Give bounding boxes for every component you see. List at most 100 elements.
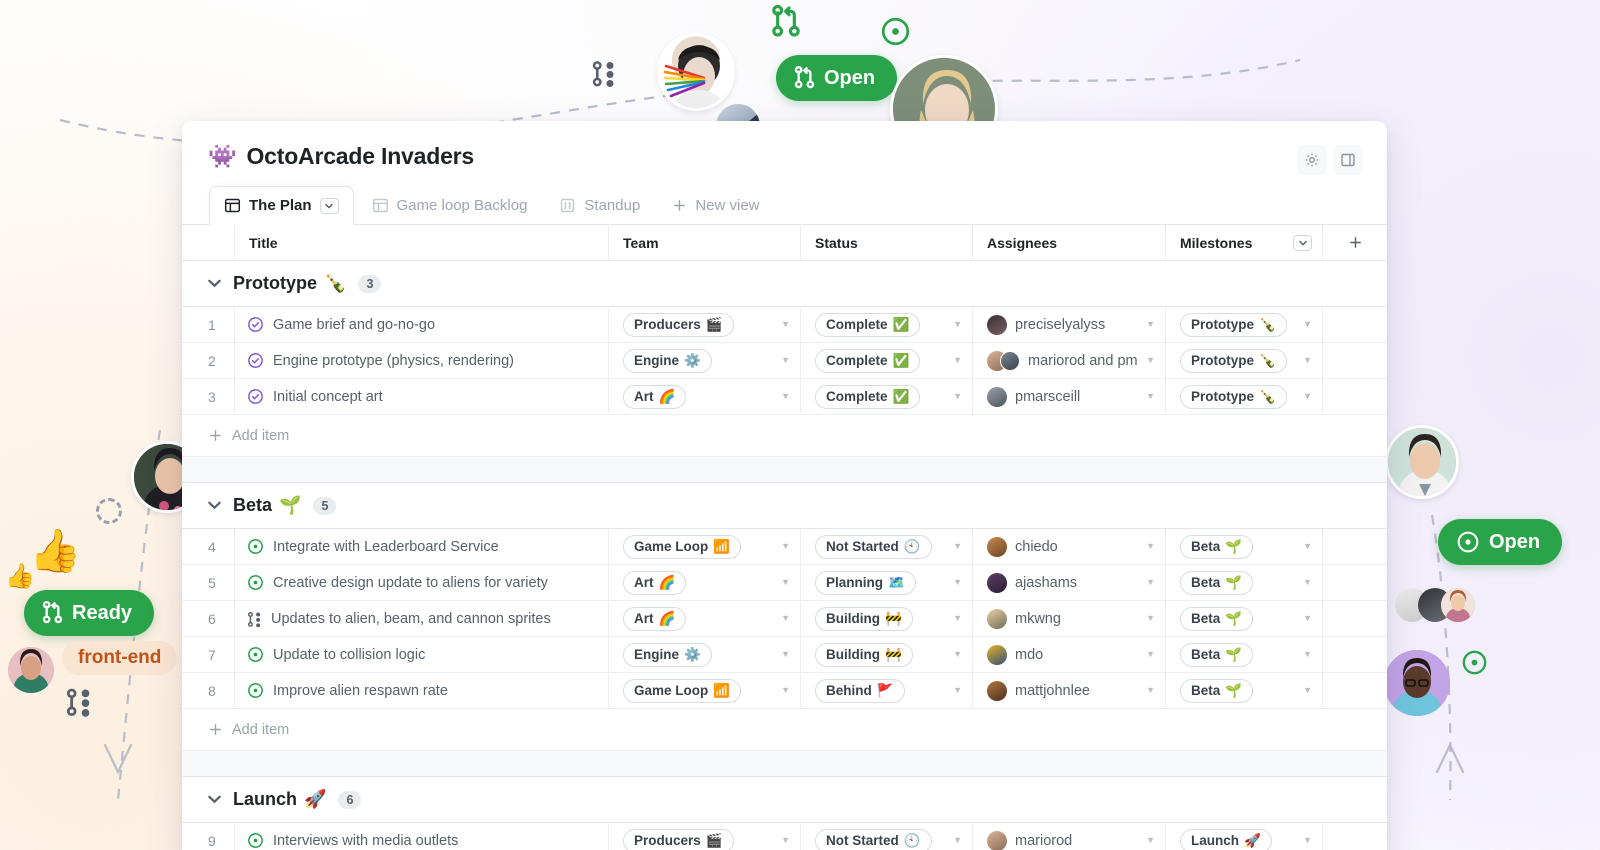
row-status-cell[interactable]: Building🚧 ▼: [800, 637, 972, 672]
cell-dropdown-caret[interactable]: ▼: [1303, 320, 1312, 329]
team-chip[interactable]: Game Loop📶: [623, 535, 741, 559]
row-status-cell[interactable]: Not Started🕙▼: [800, 529, 972, 564]
status-badge[interactable]: Planning🗺️: [815, 571, 916, 595]
row-assignee-cell[interactable]: pmarsceill▼: [972, 379, 1165, 414]
open-status-pill-top[interactable]: Open: [776, 55, 897, 101]
row-team-cell[interactable]: Producers🎬 ▼: [608, 823, 800, 850]
milestone-chip[interactable]: Prototype🍾: [1180, 349, 1287, 373]
team-chip[interactable]: Engine⚙️: [623, 643, 712, 667]
status-badge[interactable]: Not Started🕙: [815, 535, 932, 559]
milestone-chip[interactable]: Prototype🍾: [1180, 385, 1287, 409]
milestone-chip[interactable]: Prototype🍾: [1180, 313, 1287, 337]
team-chip[interactable]: Game Loop📶: [623, 679, 741, 703]
cell-dropdown-caret[interactable]: ▼: [1146, 686, 1155, 695]
row-assignee-cell[interactable]: mattjohnlee▼: [972, 673, 1165, 708]
cell-dropdown-caret[interactable]: ▼: [781, 614, 790, 623]
status-badge[interactable]: Complete✅: [815, 349, 920, 373]
cell-dropdown-caret[interactable]: ▼: [781, 392, 790, 401]
section-header-prototype[interactable]: Prototype🍾3: [182, 261, 1387, 307]
row-milestone-cell[interactable]: Prototype🍾▼: [1165, 379, 1322, 414]
row-team-cell[interactable]: Engine⚙️▼: [608, 343, 800, 378]
tab-new-view[interactable]: New view: [658, 187, 773, 224]
row-title-cell[interactable]: Initial concept art: [234, 379, 608, 414]
table-row[interactable]: 2Engine prototype (physics, rendering)En…: [182, 343, 1387, 379]
table-row[interactable]: 1Game brief and go-no-goProducers🎬▼Compl…: [182, 307, 1387, 343]
cell-dropdown-caret[interactable]: ▼: [953, 650, 962, 659]
row-assignee-cell[interactable]: mariorod and pm▼: [972, 343, 1165, 378]
team-chip[interactable]: Art🌈: [623, 385, 686, 409]
cell-dropdown-caret[interactable]: ▼: [1146, 650, 1155, 659]
cell-dropdown-caret[interactable]: ▼: [781, 542, 790, 551]
row-status-cell[interactable]: Not Started🕙▼: [800, 823, 972, 850]
status-badge[interactable]: Building🚧: [815, 643, 913, 667]
cell-dropdown-caret[interactable]: ▼: [1146, 320, 1155, 329]
row-team-cell[interactable]: Game Loop📶 ▼: [608, 529, 800, 564]
status-badge[interactable]: Complete✅: [815, 313, 920, 337]
cell-dropdown-caret[interactable]: ▼: [1303, 578, 1312, 587]
cell-dropdown-caret[interactable]: ▼: [953, 836, 962, 845]
cell-dropdown-caret[interactable]: ▼: [1303, 542, 1312, 551]
chevron-down-icon[interactable]: [208, 279, 221, 288]
table-row[interactable]: 8Improve alien respawn rateGame Loop📶▼Be…: [182, 673, 1387, 709]
column-header-team[interactable]: Team: [608, 224, 800, 261]
chevron-down-icon[interactable]: [208, 501, 221, 510]
gear-icon[interactable]: [1297, 145, 1327, 175]
table-row[interactable]: 5Creative design update to aliens for va…: [182, 565, 1387, 601]
column-header-assignees[interactable]: Assignees: [972, 224, 1165, 261]
cell-dropdown-caret[interactable]: ▼: [781, 650, 790, 659]
tab-game-loop-backlog[interactable]: Game loop Backlog: [358, 187, 542, 224]
milestone-chip[interactable]: Beta🌱: [1180, 607, 1253, 631]
milestone-chip[interactable]: Beta🌱: [1180, 571, 1253, 595]
row-status-cell[interactable]: Behind🚩▼: [800, 673, 972, 708]
row-team-cell[interactable]: Art🌈▼: [608, 601, 800, 636]
status-badge[interactable]: Building🚧: [815, 607, 913, 631]
status-badge[interactable]: Complete✅: [815, 385, 920, 409]
add-item-button[interactable]: Add item: [182, 415, 1387, 457]
row-team-cell[interactable]: Game Loop📶▼: [608, 673, 800, 708]
row-status-cell[interactable]: Complete✅▼: [800, 307, 972, 342]
table-row[interactable]: 6Updates to alien, beam, and cannon spri…: [182, 601, 1387, 637]
tab-standup[interactable]: Standup: [545, 187, 654, 224]
row-assignee-cell[interactable]: ajashams▼: [972, 565, 1165, 600]
ready-status-pill[interactable]: Ready: [24, 590, 154, 636]
row-assignee-cell[interactable]: mariorod▼: [972, 823, 1165, 850]
column-header-milestones[interactable]: Milestones: [1165, 224, 1322, 261]
row-assignee-cell[interactable]: preciselyalyss▼: [972, 307, 1165, 342]
milestone-chip[interactable]: Beta🌱: [1180, 535, 1253, 559]
cell-dropdown-caret[interactable]: ▼: [1146, 578, 1155, 587]
chevron-down-icon[interactable]: [208, 795, 221, 804]
row-milestone-cell[interactable]: Beta🌱▼: [1165, 673, 1322, 708]
cell-dropdown-caret[interactable]: ▼: [1146, 356, 1155, 365]
add-item-button[interactable]: Add item: [182, 709, 1387, 751]
row-milestone-cell[interactable]: Beta🌱▼: [1165, 637, 1322, 672]
cell-dropdown-caret[interactable]: ▼: [953, 392, 962, 401]
row-title-cell[interactable]: Improve alien respawn rate: [234, 673, 608, 708]
status-badge[interactable]: Behind🚩: [815, 679, 905, 703]
milestone-chip[interactable]: Beta🌱: [1180, 643, 1253, 667]
row-milestone-cell[interactable]: Launch🚀▼: [1165, 823, 1322, 850]
cell-dropdown-caret[interactable]: ▼: [1146, 542, 1155, 551]
row-assignee-cell[interactable]: mkwng▼: [972, 601, 1165, 636]
team-chip[interactable]: Producers🎬: [623, 313, 734, 337]
cell-dropdown-caret[interactable]: ▼: [1303, 614, 1312, 623]
table-row[interactable]: 4Integrate with Leaderboard ServiceGame …: [182, 529, 1387, 565]
cell-dropdown-caret[interactable]: ▼: [953, 614, 962, 623]
row-team-cell[interactable]: Art🌈 ▼: [608, 379, 800, 414]
row-title-cell[interactable]: Update to collision logic: [234, 637, 608, 672]
section-header-beta[interactable]: Beta🌱5: [182, 483, 1387, 529]
add-column-button[interactable]: [1322, 224, 1387, 261]
cell-dropdown-caret[interactable]: ▼: [781, 836, 790, 845]
row-team-cell[interactable]: Producers🎬▼: [608, 307, 800, 342]
column-header-status[interactable]: Status: [800, 224, 972, 261]
chevron-down-icon[interactable]: [320, 198, 339, 214]
cell-dropdown-caret[interactable]: ▼: [1146, 614, 1155, 623]
cell-dropdown-caret[interactable]: ▼: [1303, 686, 1312, 695]
open-status-pill-right[interactable]: Open: [1438, 519, 1562, 565]
tab-the-plan[interactable]: The Plan: [209, 186, 354, 225]
team-chip[interactable]: Producers🎬: [623, 829, 734, 850]
row-team-cell[interactable]: Art🌈▼: [608, 565, 800, 600]
row-title-cell[interactable]: Updates to alien, beam, and cannon sprit…: [234, 601, 608, 636]
section-header-launch[interactable]: Launch🚀6: [182, 777, 1387, 823]
row-status-cell[interactable]: Complete✅▼: [800, 343, 972, 378]
row-milestone-cell[interactable]: Beta🌱 ▼: [1165, 601, 1322, 636]
